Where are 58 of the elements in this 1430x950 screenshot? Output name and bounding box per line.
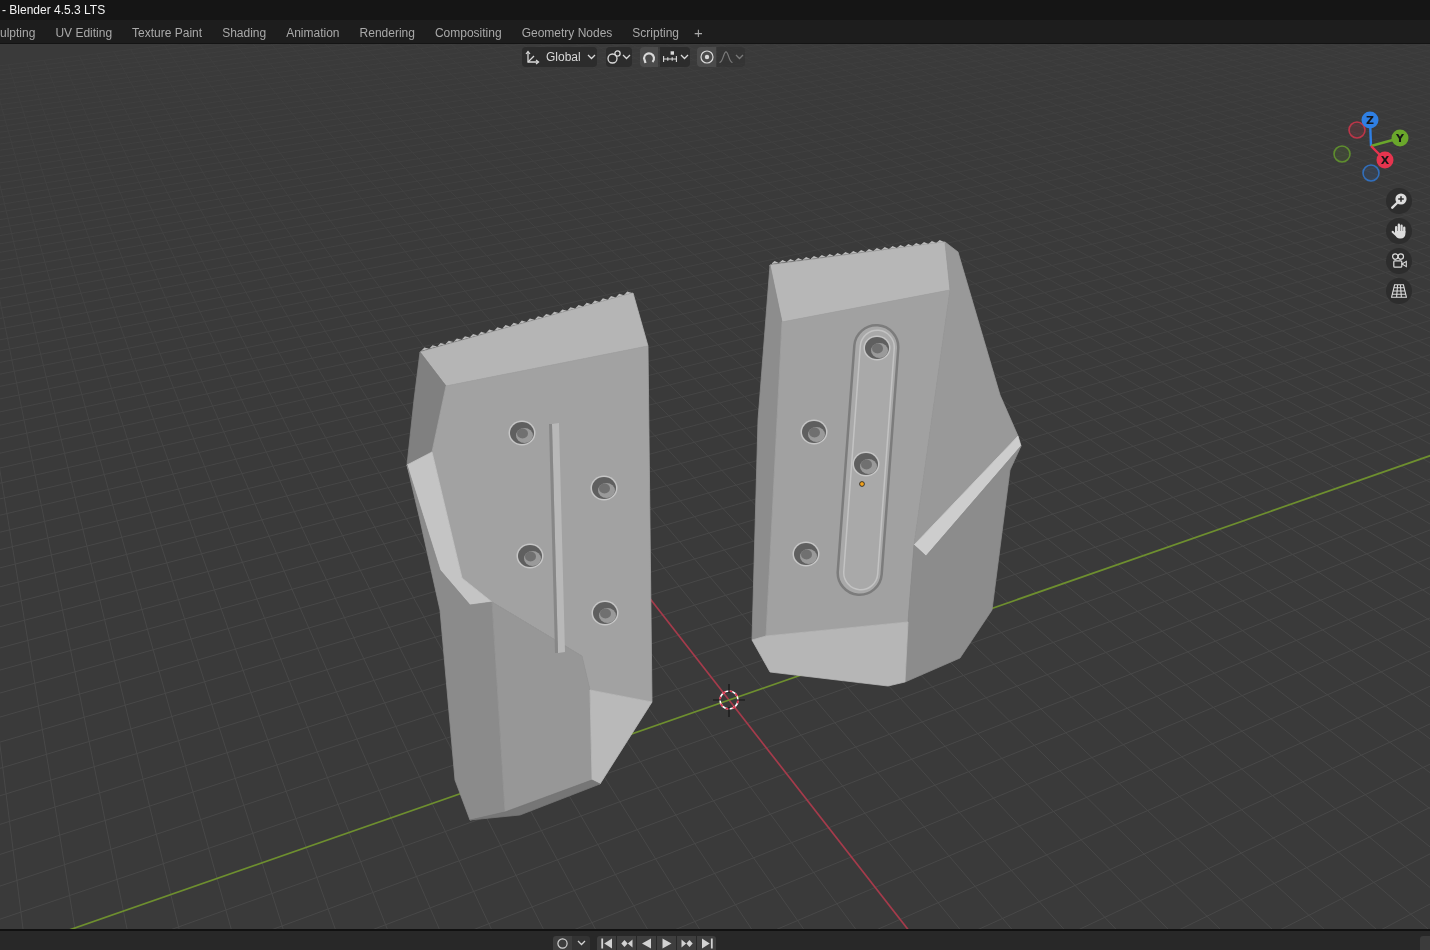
perspective-toggle-button[interactable]	[1386, 278, 1412, 304]
snap-toggle[interactable]	[640, 47, 658, 67]
magnet-icon	[642, 50, 656, 64]
negative-axis-handle[interactable]	[1348, 121, 1366, 139]
keyframe-back-icon	[620, 937, 633, 949]
circle-icon	[557, 937, 568, 949]
keyframe-forward-icon	[680, 937, 693, 949]
pivot-dropdown[interactable]	[606, 47, 632, 67]
chevron-down-icon	[622, 54, 631, 60]
chevron-down-icon	[586, 54, 596, 60]
play-button[interactable]	[657, 936, 676, 950]
negative-axis-handle[interactable]	[1333, 145, 1351, 163]
origin-dot-icon	[859, 481, 865, 487]
hand-icon	[1391, 223, 1407, 239]
snap-target-dropdown[interactable]	[660, 47, 690, 67]
chevron-down-icon	[576, 940, 586, 946]
camera-view-button[interactable]	[1386, 248, 1412, 274]
workspace-tab[interactable]: Texture Paint	[122, 23, 213, 43]
grid-icon	[1391, 284, 1407, 298]
axis-handle[interactable]: Z	[1361, 111, 1379, 129]
pan-button[interactable]	[1386, 218, 1412, 244]
zoom-in-icon	[1391, 193, 1407, 209]
add-workspace-button[interactable]: +	[690, 26, 707, 40]
workspace-tab[interactable]: Rendering	[349, 23, 425, 43]
next-keyframe-button[interactable]	[677, 936, 696, 950]
play-reverse-button[interactable]	[637, 936, 656, 950]
increment-ticks-icon	[661, 51, 678, 63]
camera-icon	[1391, 253, 1407, 269]
workspace-tab[interactable]: Geometry Nodes	[511, 23, 623, 43]
workspace-tab[interactable]: Compositing	[424, 23, 512, 43]
record-toggle[interactable]	[553, 936, 572, 950]
jump-end-button[interactable]	[697, 936, 716, 950]
play-reverse-icon	[640, 937, 653, 949]
previous-keyframe-button[interactable]	[617, 936, 636, 950]
workspace-tab[interactable]: UV Editing	[45, 23, 123, 43]
axis-handle[interactable]: Y	[1391, 129, 1409, 147]
window-title: - Blender 4.5.3 LTS	[1, 3, 106, 17]
bell-curve-icon	[718, 51, 733, 63]
jump-start-button[interactable]	[597, 936, 616, 950]
axis-handle[interactable]: X	[1376, 151, 1394, 169]
orientation-dropdown[interactable]: Global	[522, 47, 597, 67]
workspace-tab[interactable]: Animation	[276, 23, 350, 43]
skip-back-icon	[600, 937, 613, 949]
keying-menu-button[interactable]	[572, 936, 590, 950]
zoom-button[interactable]	[1386, 188, 1412, 214]
negative-axis-handle[interactable]	[1362, 164, 1380, 182]
workspace-tab[interactable]: Shading	[212, 23, 277, 43]
play-icon	[660, 937, 673, 949]
chevron-down-icon	[734, 54, 744, 60]
proportional-edit-toggle[interactable]	[697, 47, 716, 67]
chevron-down-icon	[679, 54, 689, 60]
linked-circles-icon	[607, 50, 621, 64]
ring-dot-icon	[699, 50, 714, 64]
skip-forward-icon	[700, 937, 713, 949]
workspace-tab[interactable]: ulpting	[0, 23, 46, 43]
cursor-crosshair-icon	[712, 683, 746, 718]
workspace-tab[interactable]: Scripting	[622, 23, 689, 43]
axes-icon	[525, 49, 540, 65]
